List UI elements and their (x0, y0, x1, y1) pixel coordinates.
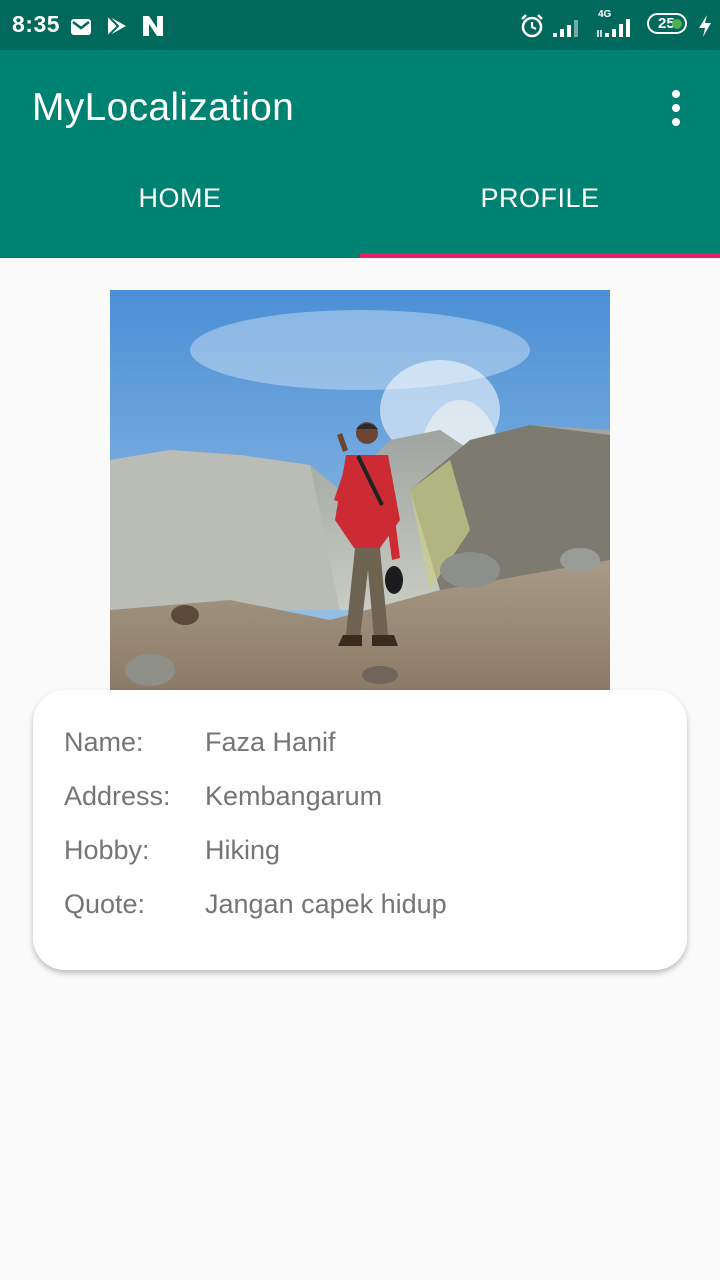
charging-icon (699, 15, 711, 37)
profile-photo (110, 290, 610, 690)
gmail-icon (71, 19, 91, 35)
name-value: Faza Hanif (205, 727, 336, 757)
quote-value: Jangan capek hidup (205, 889, 447, 919)
battery-dot (672, 19, 682, 29)
hobby-value: Hiking (205, 835, 281, 865)
n-icon (143, 16, 163, 36)
signal-4g-icon (597, 19, 630, 37)
app-bar: MyLocalization HOME PROFILE (0, 50, 720, 258)
address-label: Address: (64, 781, 171, 811)
tab-home[interactable]: HOME (0, 163, 360, 258)
address-value: Kembangarum (205, 781, 383, 811)
profile-card: Name: Faza Hanif Address: Kembangarum Ho… (33, 690, 687, 970)
more-vert-icon[interactable] (660, 88, 692, 128)
play-icon (107, 15, 126, 37)
signal-icon (553, 20, 578, 37)
tab-indicator (360, 253, 720, 258)
app-title: MyLocalization (32, 86, 295, 129)
status-time: 8:35 (12, 11, 61, 37)
alarm-icon (521, 14, 543, 38)
tab-profile[interactable]: PROFILE (360, 163, 720, 258)
name-label: Name: (64, 727, 144, 757)
battery-icon: 25 (647, 13, 687, 34)
hobby-label: Hobby: (64, 835, 150, 865)
status-bar: 8:35 4G 25 (0, 0, 720, 50)
quote-label: Quote: (64, 889, 146, 919)
